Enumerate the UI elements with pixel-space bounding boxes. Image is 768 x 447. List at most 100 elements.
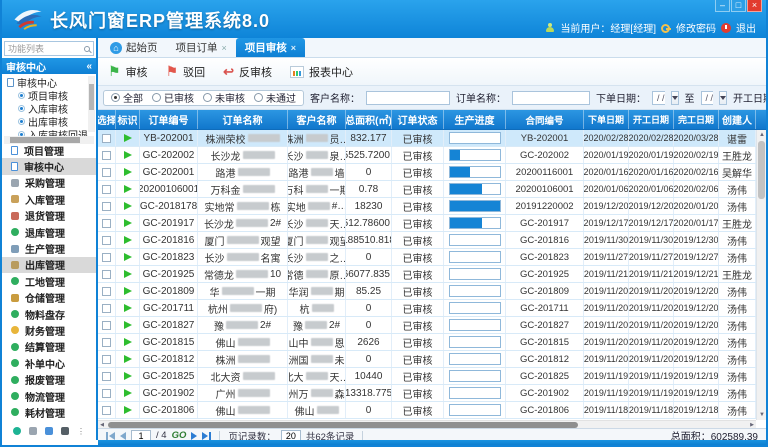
- sidebar-item-退货管理[interactable]: 退货管理: [2, 208, 96, 224]
- table-row[interactable]: 20200106001万科金万科一期0.78已审核202001060012020…: [98, 181, 756, 198]
- prev-page-button[interactable]: [120, 432, 126, 440]
- order-date-to-input[interactable]: / /: [701, 91, 714, 105]
- scroll-down-icon[interactable]: ▼: [757, 410, 767, 420]
- sidebar-item-出库管理[interactable]: 出库管理: [2, 257, 96, 273]
- row-checkbox[interactable]: [102, 389, 111, 398]
- column-header-标识[interactable]: 标识: [116, 110, 140, 129]
- row-checkbox[interactable]: [102, 236, 111, 245]
- last-page-button[interactable]: [202, 432, 211, 440]
- column-header-合同编号[interactable]: 合同编号: [506, 110, 584, 129]
- sidebar-item-结算管理[interactable]: 结算管理: [2, 339, 96, 355]
- sidebar-item-物流管理[interactable]: 物流管理: [2, 388, 96, 404]
- row-checkbox[interactable]: [102, 168, 111, 177]
- column-header-创建人[interactable]: 创建人: [719, 110, 756, 129]
- order-date-from-input[interactable]: / /: [652, 91, 665, 105]
- tab-home[interactable]: ⌂起始页: [101, 38, 167, 57]
- row-checkbox[interactable]: [102, 270, 111, 279]
- table-row[interactable]: YB-202001株洲荣校株洲员…832.177已审核YB-2020012020…: [98, 130, 756, 147]
- table-row[interactable]: GC-201806佛山佛山0已审核GC-2018062019/11/182019…: [98, 402, 756, 419]
- function-search-input[interactable]: 功能列表: [4, 41, 94, 56]
- table-row[interactable]: GC-201816厦门观望厦门观望188510.818已审核GC-2018162…: [98, 232, 756, 249]
- close-tab-icon[interactable]: ×: [222, 43, 227, 53]
- table-row[interactable]: GC-201809华一期华润期85.25已审核GC-2018092019/11/…: [98, 283, 756, 300]
- next-page-button[interactable]: [191, 432, 197, 440]
- sidebar-item-项目管理[interactable]: 项目管理: [2, 142, 96, 158]
- row-checkbox[interactable]: [102, 253, 111, 262]
- audit-button[interactable]: ⚑审核: [108, 64, 148, 80]
- minimize-button[interactable]: –: [715, 0, 730, 12]
- table-row[interactable]: GC-201823长沙名寓长沙之…0已审核GC-2018232019/11/27…: [98, 249, 756, 266]
- column-header-开工日期[interactable]: 开工日期: [629, 110, 674, 129]
- sidebar-item-入库管理[interactable]: 入库管理: [2, 191, 96, 207]
- table-row[interactable]: GC-201827豫2#豫2#0已审核GC-2018272019/11/2020…: [98, 317, 756, 334]
- column-header-订单编号[interactable]: 订单编号: [140, 110, 198, 129]
- table-horizontal-scrollbar[interactable]: ◀ ▶: [98, 420, 756, 428]
- unaudit-button[interactable]: ↩反审核: [223, 64, 272, 80]
- row-checkbox[interactable]: [102, 219, 111, 228]
- row-checkbox[interactable]: [102, 185, 111, 194]
- maximize-button[interactable]: □: [731, 0, 746, 12]
- row-checkbox[interactable]: [102, 287, 111, 296]
- column-header-完工日期[interactable]: 完工日期: [674, 110, 719, 129]
- table-row[interactable]: GC-201925常德龙10常德原…266077.835…已审核GC-20192…: [98, 266, 756, 283]
- user-icon[interactable]: [61, 427, 69, 435]
- radio-rejected[interactable]: 未通过: [254, 90, 296, 105]
- table-row[interactable]: GC-2018178实地常栋实地#…18230已审核20191220002201…: [98, 198, 756, 215]
- radio-all[interactable]: 全部: [111, 90, 143, 105]
- order-date-from-dropdown[interactable]: [671, 91, 679, 105]
- column-header-订单状态[interactable]: 订单状态: [392, 110, 444, 129]
- cart-icon[interactable]: [29, 427, 37, 435]
- table-row[interactable]: GC-202001路港路港墙0已审核202001160012020/01/162…: [98, 164, 756, 181]
- table-row[interactable]: GC-201812株洲株洲国未来0已审核GC-2018122019/11/202…: [98, 351, 756, 368]
- change-password-button[interactable]: 修改密码: [676, 20, 716, 35]
- radio-audited[interactable]: 已审核: [152, 90, 194, 105]
- row-checkbox[interactable]: [102, 321, 111, 330]
- order-date-to-dropdown[interactable]: [719, 91, 727, 105]
- collapse-icon[interactable]: «: [86, 61, 92, 72]
- table-row[interactable]: GC-201902广州广州万森林13318.775已审核GC-201902201…: [98, 385, 756, 402]
- sidebar-item-工地管理[interactable]: 工地管理: [2, 273, 96, 289]
- row-checkbox[interactable]: [102, 355, 111, 364]
- table-row[interactable]: GC-201815佛山佛山中恩库2626已审核GC-2018152019/11/…: [98, 334, 756, 351]
- sidebar-item-补单中心[interactable]: 补单中心: [2, 355, 96, 371]
- row-checkbox[interactable]: [102, 372, 111, 381]
- row-checkbox[interactable]: [102, 304, 111, 313]
- column-header-客户名称[interactable]: 客户名称: [288, 110, 346, 129]
- sidebar-item-物料盘存[interactable]: 物料盘存: [2, 306, 96, 322]
- first-page-button[interactable]: [106, 432, 115, 440]
- tree-node-入库审核回退[interactable]: 入库审核回退: [7, 128, 86, 136]
- edit-icon[interactable]: [45, 427, 53, 435]
- more-icon[interactable]: ⋮: [77, 427, 85, 436]
- dot-icon[interactable]: [13, 427, 21, 435]
- column-header-下单日期[interactable]: 下单日期: [584, 110, 629, 129]
- table-row[interactable]: GC-201917长沙龙2#长沙天…8512.78600…已审核GC-20191…: [98, 215, 756, 232]
- reject-button[interactable]: ⚑驳回: [166, 64, 206, 80]
- sidebar-item-仓储管理[interactable]: 仓储管理: [2, 290, 96, 306]
- scroll-up-icon[interactable]: ▲: [757, 130, 767, 140]
- report-center-button[interactable]: 报表中心: [290, 64, 353, 80]
- close-tab-icon[interactable]: ×: [291, 43, 296, 53]
- order-name-input[interactable]: [512, 91, 590, 105]
- tab-project-orders[interactable]: 项目订单×: [167, 38, 236, 57]
- table-row[interactable]: GC-201711杭州府)杭0已审核GC-2017112019/11/20201…: [98, 300, 756, 317]
- column-header-订单名称[interactable]: 订单名称: [198, 110, 288, 129]
- table-vertical-scrollbar[interactable]: ▲ ▼: [756, 130, 766, 420]
- table-row[interactable]: GC-201825北大资北大天…10440已审核GC-2018252019/11…: [98, 368, 756, 385]
- column-header-选择[interactable]: 选择: [98, 110, 116, 129]
- column-header-生产进度[interactable]: 生产进度: [444, 110, 506, 129]
- customer-name-input[interactable]: [366, 91, 450, 105]
- tab-project-audit[interactable]: 项目审核×: [236, 38, 305, 57]
- row-checkbox[interactable]: [102, 134, 111, 143]
- sidebar-item-退库管理[interactable]: 退库管理: [2, 224, 96, 240]
- sidebar-item-生产管理[interactable]: 生产管理: [2, 240, 96, 256]
- sidebar-item-审核中心[interactable]: 审核中心: [2, 158, 96, 174]
- row-checkbox[interactable]: [102, 202, 111, 211]
- row-checkbox[interactable]: [102, 151, 111, 160]
- row-checkbox[interactable]: [102, 406, 111, 415]
- sidebar-item-财务管理[interactable]: 财务管理: [2, 322, 96, 338]
- tree-vertical-scrollbar[interactable]: [88, 76, 95, 132]
- sidebar-item-采购管理[interactable]: 采购管理: [2, 175, 96, 191]
- vertical-scroll-thumb[interactable]: [758, 141, 765, 199]
- column-header-总面积(㎡)[interactable]: 总面积(㎡): [346, 110, 392, 129]
- sidebar-item-报废管理[interactable]: 报废管理: [2, 371, 96, 387]
